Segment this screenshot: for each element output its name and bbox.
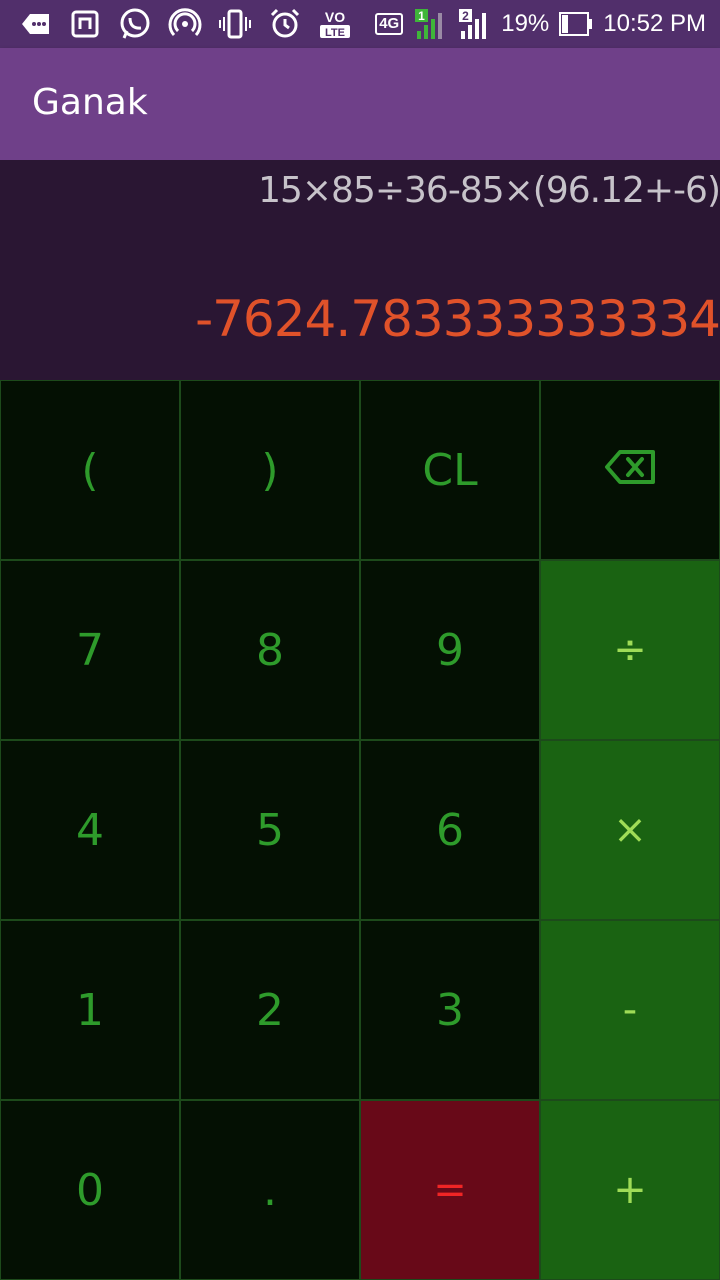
svg-text:2: 2: [462, 9, 469, 23]
backspace-icon: [604, 445, 656, 496]
signal-sim2-icon: 2: [457, 7, 491, 41]
digit-1-button[interactable]: 1: [0, 920, 180, 1100]
plus-button[interactable]: +: [540, 1100, 720, 1280]
digit-2-button[interactable]: 2: [180, 920, 360, 1100]
clock: 10:52 PM: [603, 10, 706, 37]
result-text: -7624.783333333334: [195, 290, 720, 348]
calculator-display: 15×85÷36-85×(96.12+-6) -7624.78333333333…: [0, 160, 720, 380]
volte-icon: VO LTE: [318, 7, 352, 41]
status-bar: VO LTE 4G 1 2 19% 10:52 PM: [0, 0, 720, 48]
backspace-button[interactable]: [540, 380, 720, 560]
digit-9-button[interactable]: 9: [360, 560, 540, 740]
close-paren-button[interactable]: ): [180, 380, 360, 560]
battery-percent: 19%: [501, 10, 550, 37]
nfc-tag-icon: [68, 7, 102, 41]
notification-icons: VO LTE: [18, 7, 375, 41]
minus-button[interactable]: -: [540, 920, 720, 1100]
expression-text: 15×85÷36-85×(96.12+-6): [258, 170, 720, 211]
multiply-button[interactable]: ×: [540, 740, 720, 920]
digit-4-button[interactable]: 4: [0, 740, 180, 920]
divide-button[interactable]: ÷: [540, 560, 720, 740]
clear-button[interactable]: CL: [360, 380, 540, 560]
digit-7-button[interactable]: 7: [0, 560, 180, 740]
digit-3-button[interactable]: 3: [360, 920, 540, 1100]
equals-button[interactable]: =: [360, 1100, 540, 1280]
keypad: ( ) CL 7 8 9 ÷ 4 5 6 × 1 2 3 - 0 . = +: [0, 380, 720, 1280]
digit-6-button[interactable]: 6: [360, 740, 540, 920]
open-paren-button[interactable]: (: [0, 380, 180, 560]
more-notifications-icon: [18, 7, 52, 41]
network-4g-icon: 4G: [375, 13, 404, 35]
hotspot-icon: [168, 7, 202, 41]
digit-5-button[interactable]: 5: [180, 740, 360, 920]
status-indicators: 4G 1 2 19% 10:52 PM: [375, 7, 706, 41]
whatsapp-icon: [118, 7, 152, 41]
app-bar: Ganak: [0, 48, 720, 160]
battery-icon: [559, 7, 593, 41]
app-title: Ganak: [32, 82, 148, 123]
svg-text:1: 1: [418, 9, 425, 23]
svg-text:LTE: LTE: [325, 27, 345, 39]
signal-sim1-icon: 1: [413, 7, 447, 41]
digit-8-button[interactable]: 8: [180, 560, 360, 740]
decimal-point-button[interactable]: .: [180, 1100, 360, 1280]
vibrate-icon: [218, 7, 252, 41]
digit-0-button[interactable]: 0: [0, 1100, 180, 1280]
alarm-icon: [268, 7, 302, 41]
svg-text:VO: VO: [325, 9, 345, 25]
